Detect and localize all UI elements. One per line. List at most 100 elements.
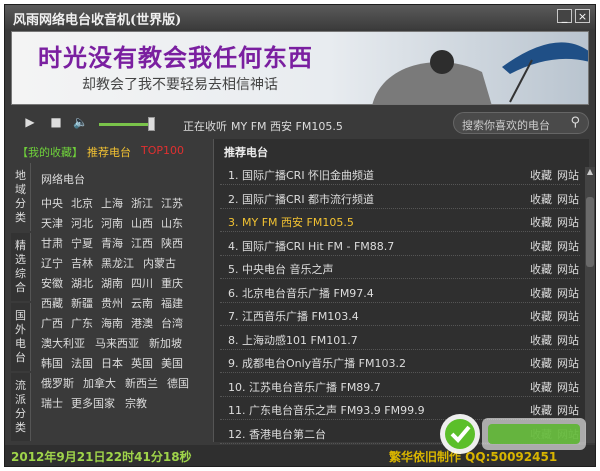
- tab-favorites[interactable]: 【我的收藏】: [17, 144, 83, 160]
- favorite-button[interactable]: 收藏: [530, 355, 552, 371]
- favorite-button[interactable]: 收藏: [530, 332, 552, 348]
- stop-icon[interactable]: ■: [49, 115, 63, 129]
- station-row[interactable]: 5. 中央电台 音乐之声 收藏 网站: [220, 257, 580, 279]
- favorite-button[interactable]: 收藏: [530, 214, 552, 230]
- region-item[interactable]: 广西: [41, 315, 63, 331]
- region-item[interactable]: 新疆: [71, 295, 93, 311]
- region-item[interactable]: 天津: [41, 215, 63, 231]
- region-item[interactable]: 浙江: [131, 195, 153, 211]
- region-item[interactable]: 内蒙古: [143, 255, 176, 271]
- website-link[interactable]: 网站: [557, 167, 579, 183]
- region-item[interactable]: 河南: [101, 215, 123, 231]
- station-row[interactable]: 7. 江西音乐广播 FM103.4 收藏 网站: [220, 304, 580, 326]
- region-item[interactable]: 澳大利亚: [41, 335, 85, 351]
- region-item[interactable]: 河北: [71, 215, 93, 231]
- region-item[interactable]: 福建: [161, 295, 183, 311]
- region-item[interactable]: 山东: [161, 215, 183, 231]
- search-icon[interactable]: ⚲: [570, 115, 580, 130]
- region-item[interactable]: 法国: [71, 355, 93, 371]
- station-name[interactable]: 3. MY FM 西安 FM105.5: [228, 214, 354, 230]
- category-region[interactable]: 地域分类: [11, 163, 31, 231]
- region-item[interactable]: 青海: [101, 235, 123, 251]
- region-item[interactable]: 德国: [167, 375, 189, 391]
- station-name[interactable]: 7. 江西音乐广播 FM103.4: [228, 308, 359, 324]
- region-item[interactable]: 北京: [71, 195, 93, 211]
- region-item[interactable]: 海南: [101, 315, 123, 331]
- region-item[interactable]: 陕西: [161, 235, 183, 251]
- station-name[interactable]: 8. 上海动感101 FM101.7: [228, 332, 358, 348]
- station-scrollbar[interactable]: ▲: [585, 167, 595, 443]
- play-icon[interactable]: ▶: [23, 115, 37, 129]
- favorite-button[interactable]: 收藏: [530, 261, 552, 277]
- region-item[interactable]: 江苏: [161, 195, 183, 211]
- station-name[interactable]: 2. 国际广播CRI 都市流行频道: [228, 191, 374, 207]
- region-item[interactable]: 新西兰: [125, 375, 158, 391]
- region-item[interactable]: 西藏: [41, 295, 63, 311]
- region-item[interactable]: 宗教: [125, 395, 147, 411]
- volume-slider[interactable]: [99, 123, 149, 126]
- station-name[interactable]: 5. 中央电台 音乐之声: [228, 261, 334, 277]
- region-item[interactable]: 宁夏: [71, 235, 93, 251]
- station-row[interactable]: 8. 上海动感101 FM101.7 收藏 网站: [220, 328, 580, 350]
- region-item[interactable]: 贵州: [101, 295, 123, 311]
- website-link[interactable]: 网站: [557, 214, 579, 230]
- station-row[interactable]: 6. 北京电台音乐广播 FM97.4 收藏 网站: [220, 281, 580, 303]
- region-item[interactable]: 安徽: [41, 275, 63, 291]
- website-link[interactable]: 网站: [557, 191, 579, 207]
- station-name[interactable]: 9. 成都电台Only音乐广播 FM103.2: [228, 355, 406, 371]
- website-link[interactable]: 网站: [557, 285, 579, 301]
- station-name[interactable]: 11. 广东电台音乐之声 FM93.9 FM99.9: [228, 402, 425, 418]
- region-item[interactable]: 吉林: [71, 255, 93, 271]
- scroll-up-icon[interactable]: ▲: [585, 167, 595, 177]
- tab-recommended[interactable]: 推荐电台: [87, 144, 131, 160]
- region-item[interactable]: 加拿大: [83, 375, 116, 391]
- website-link[interactable]: 网站: [557, 308, 579, 324]
- website-link[interactable]: 网站: [557, 355, 579, 371]
- website-link[interactable]: 网站: [557, 238, 579, 254]
- website-link[interactable]: 网站: [557, 332, 579, 348]
- favorite-button[interactable]: 收藏: [530, 308, 552, 324]
- region-item[interactable]: 美国: [161, 355, 183, 371]
- volume-icon[interactable]: 🔈: [73, 115, 88, 129]
- region-item[interactable]: 俄罗斯: [41, 375, 74, 391]
- region-grid-title[interactable]: 网络电台: [41, 171, 85, 187]
- favorite-button[interactable]: 收藏: [530, 379, 552, 395]
- search-input[interactable]: 搜索你喜欢的电台 ⚲: [453, 112, 589, 134]
- region-item[interactable]: 英国: [131, 355, 153, 371]
- region-item[interactable]: 台湾: [161, 315, 183, 331]
- station-row[interactable]: 9. 成都电台Only音乐广播 FM103.2 收藏 网站: [220, 351, 580, 373]
- favorite-button[interactable]: 收藏: [530, 167, 552, 183]
- station-name[interactable]: 4. 国际广播CRI Hit FM - FM88.7: [228, 238, 394, 254]
- region-item[interactable]: 马来西亚: [95, 335, 139, 351]
- category-foreign[interactable]: 国外电台: [11, 303, 31, 371]
- title-bar[interactable]: 风雨网络电台收音机(世界版) _ ×: [5, 5, 595, 29]
- region-item[interactable]: 中央: [41, 195, 63, 211]
- volume-slider-handle[interactable]: [148, 117, 155, 131]
- station-row[interactable]: 4. 国际广播CRI Hit FM - FM88.7 收藏 网站: [220, 234, 580, 256]
- region-item[interactable]: 新加坡: [149, 335, 182, 351]
- station-row[interactable]: 10. 江苏电台音乐广播 FM89.7 收藏 网站: [220, 375, 580, 397]
- station-name[interactable]: 10. 江苏电台音乐广播 FM89.7: [228, 379, 381, 395]
- favorite-button[interactable]: 收藏: [530, 238, 552, 254]
- region-item[interactable]: 山西: [131, 215, 153, 231]
- region-item[interactable]: 重庆: [161, 275, 183, 291]
- region-item[interactable]: 韩国: [41, 355, 63, 371]
- station-name[interactable]: 6. 北京电台音乐广播 FM97.4: [228, 285, 374, 301]
- favorite-button[interactable]: 收藏: [530, 191, 552, 207]
- station-name[interactable]: 1. 国际广播CRI 怀旧金曲频道: [228, 167, 374, 183]
- website-link[interactable]: 网站: [557, 379, 579, 395]
- favorite-button[interactable]: 收藏: [530, 285, 552, 301]
- banner-ad[interactable]: 时光没有教会我任何东西 却教会了我不要轻易去相信神话: [11, 31, 589, 105]
- region-item[interactable]: 更多国家: [71, 395, 115, 411]
- tab-top100[interactable]: TOP100: [141, 144, 184, 157]
- region-item[interactable]: 辽宁: [41, 255, 63, 271]
- minimize-button[interactable]: _: [557, 9, 572, 23]
- scrollbar-thumb[interactable]: [586, 197, 594, 267]
- website-link[interactable]: 网站: [557, 261, 579, 277]
- category-featured[interactable]: 精选综合: [11, 233, 31, 301]
- region-item[interactable]: 黑龙江: [101, 255, 134, 271]
- region-item[interactable]: 湖南: [101, 275, 123, 291]
- station-row[interactable]: 1. 国际广播CRI 怀旧金曲频道 收藏 网站: [220, 163, 580, 185]
- region-item[interactable]: 湖北: [71, 275, 93, 291]
- region-item[interactable]: 江西: [131, 235, 153, 251]
